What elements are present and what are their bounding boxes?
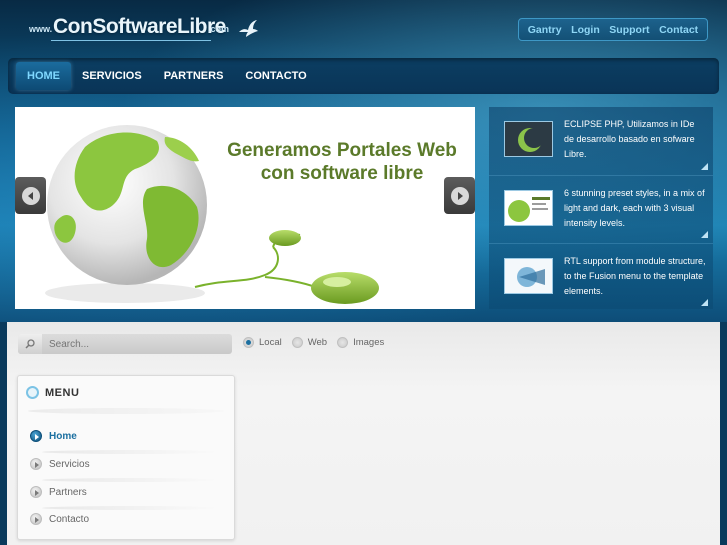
menu-item-servicios[interactable]: Servicios [30, 453, 226, 475]
menu-item-label: Servicios [49, 458, 90, 470]
radio-label: Images [353, 337, 385, 348]
menu-title: MENU [45, 386, 80, 399]
slider-prev-button[interactable] [15, 177, 46, 214]
panel-item-text: RTL support from module structure, to th… [564, 256, 706, 296]
radio-selected-icon [243, 337, 254, 348]
menu-item-partners[interactable]: Partners [30, 481, 226, 503]
eclipse-thumbnail [504, 121, 553, 157]
radio-images[interactable]: Images [337, 337, 384, 348]
nav-contacto[interactable]: CONTACTO [234, 62, 317, 90]
showcase-side-panel: ECLIPSE PHP, Utilizamos in IDe de desarr… [489, 107, 713, 309]
top-link-gantry[interactable]: Gantry [528, 24, 562, 36]
arrow-bullet-icon [30, 513, 42, 525]
menu-item-label: Home [49, 430, 77, 442]
radio-empty-icon [291, 337, 303, 348]
panel-item-text: ECLIPSE PHP, Utilizamos in IDe de desarr… [564, 119, 695, 159]
site-logo[interactable]: www. ConSoftwareLibre .com [27, 14, 258, 48]
corner-arrow-icon [701, 299, 708, 306]
radio-empty-icon [337, 337, 349, 348]
radio-web[interactable]: Web [291, 337, 328, 348]
panel-item-text: 6 stunning preset styles, in a mix of li… [564, 188, 705, 228]
side-menu: MENU Home Servicios Partners Contacto [17, 375, 235, 540]
corner-arrow-icon [701, 163, 708, 170]
arrow-bullet-icon [30, 430, 42, 442]
top-link-support[interactable]: Support [609, 24, 649, 36]
logo-suffix: .com [208, 24, 230, 34]
top-link-login[interactable]: Login [571, 24, 600, 36]
menu-header: MENU [26, 386, 79, 399]
radio-label: Local [259, 337, 282, 348]
globe-mouse-illustration [45, 125, 379, 304]
logo-underline [51, 40, 211, 41]
top-link-contact[interactable]: Contact [659, 24, 698, 36]
styles-thumbnail [504, 190, 553, 226]
arrow-bullet-icon [30, 458, 42, 470]
showcase-slider: Generamos Portales Web con software libr… [15, 107, 475, 309]
slide-headline-line2: con software libre [260, 163, 424, 184]
slide-headline: Generamos Portales Web con software libr… [211, 139, 473, 185]
divider [28, 408, 224, 414]
corner-arrow-icon [701, 231, 708, 238]
menu-item-home[interactable]: Home [30, 425, 226, 447]
panel-item[interactable]: 6 stunning preset styles, in a mix of li… [489, 175, 713, 243]
panel-item[interactable]: ECLIPSE PHP, Utilizamos in IDe de desarr… [489, 107, 713, 175]
panel-item[interactable]: RTL support from module structure, to th… [489, 243, 713, 311]
slider-next-button[interactable] [444, 177, 475, 214]
search-bar [18, 334, 232, 354]
dove-icon [239, 20, 258, 37]
search-button[interactable] [18, 334, 42, 354]
top-links: Gantry Login Support Contact [518, 18, 708, 41]
chevron-left-icon [21, 186, 40, 205]
nav-partners[interactable]: PARTNERS [153, 62, 235, 90]
logo-prefix: www. [29, 24, 53, 34]
search-input[interactable] [42, 335, 227, 353]
main-navigation: HOME SERVICIOS PARTNERS CONTACTO [8, 58, 719, 94]
menu-item-label: Contacto [49, 513, 90, 525]
nav-servicios[interactable]: SERVICIOS [71, 62, 153, 90]
radio-label: Web [307, 337, 328, 348]
slide-headline-line1: Generamos Portales Web [227, 140, 457, 161]
rtl-thumbnail [504, 258, 553, 294]
menu-item-contacto[interactable]: Contacto [30, 508, 226, 530]
search-scope: Local Web Images [243, 337, 394, 348]
nav-home[interactable]: HOME [16, 62, 71, 90]
menu-item-label: Partners [49, 486, 87, 498]
ring-icon [26, 386, 39, 399]
arrow-bullet-icon [30, 486, 42, 498]
search-icon [25, 339, 35, 349]
radio-local[interactable]: Local [243, 337, 282, 348]
chevron-right-icon [450, 186, 469, 205]
logo-name: ConSoftwareLibre [53, 15, 226, 38]
